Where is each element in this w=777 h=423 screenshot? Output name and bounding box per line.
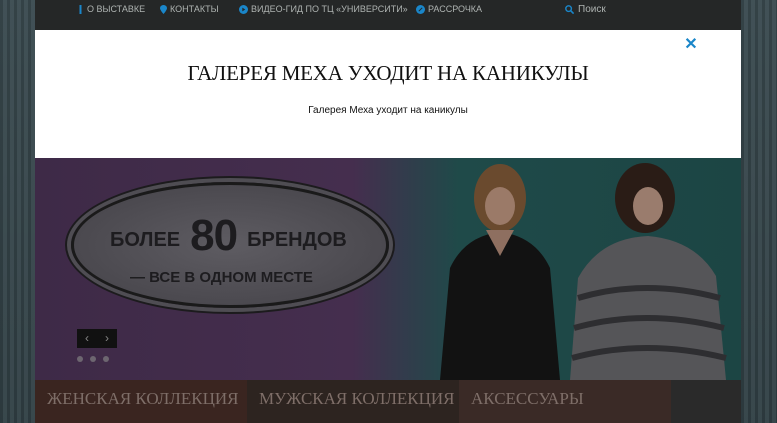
top-navigation: О выставке Контакты Видео-гид по ТЦ «Уни… xyxy=(35,0,741,30)
brands-badge: БОЛЕЕ 80 БРЕНДОВ — ВСЕ В ОДНОМ МЕСТЕ xyxy=(71,182,389,308)
close-icon[interactable]: ✕ xyxy=(684,37,698,53)
percent-circle-icon xyxy=(416,4,425,14)
nav-item-video-guide[interactable]: Видео-гид по ТЦ «Университи» xyxy=(239,4,408,14)
model-black-coat-image xyxy=(440,164,560,380)
category-label: Мужская коллекция xyxy=(259,389,455,408)
pin-icon xyxy=(79,4,82,14)
nav-item-contacts[interactable]: Контакты xyxy=(160,4,219,14)
hero-banner: БОЛЕЕ 80 БРЕНДОВ — ВСЕ В ОДНОМ МЕСТЕ ‹ › xyxy=(35,158,741,380)
category-accessories[interactable]: Аксессуары xyxy=(459,380,671,423)
slider-prev-button[interactable]: ‹ xyxy=(77,329,97,348)
model-chinchilla-coat-image xyxy=(570,163,727,380)
badge-headline: БОЛЕЕ 80 БРЕНДОВ xyxy=(110,211,347,265)
nav-item-label: Видео-гид по ТЦ «Университи» xyxy=(251,4,408,14)
badge-suffix: БРЕНДОВ xyxy=(247,228,347,251)
modal-text: Галерея Меха уходит на каникулы xyxy=(308,105,468,116)
search-icon xyxy=(565,5,574,14)
category-men[interactable]: Мужская коллекция xyxy=(247,380,459,423)
category-women[interactable]: Женская коллекция xyxy=(35,380,247,423)
slider-arrows: ‹ › xyxy=(77,329,117,348)
category-label: Женская коллекция xyxy=(47,389,239,408)
badge-prefix: БОЛЕЕ xyxy=(110,228,181,251)
slider-dot[interactable] xyxy=(90,356,96,362)
nav-item-label: Рассрочка xyxy=(428,4,483,14)
background-trees-left xyxy=(0,0,36,423)
search-label: Поиск xyxy=(578,4,606,15)
nav-item-installment[interactable]: Рассрочка xyxy=(416,4,482,14)
badge-number: 80 xyxy=(190,211,238,260)
map-pin-icon xyxy=(160,4,167,14)
category-tiles: Женская коллекция Мужская коллекция Аксе… xyxy=(35,380,671,423)
announcement-modal: ✕ ГАЛЕРЕЯ МЕХА УХОДИТ НА КАНИКУЛЫ Галере… xyxy=(35,30,741,158)
search-button[interactable]: Поиск xyxy=(565,4,606,15)
nav-item-about[interactable]: О выставке xyxy=(77,4,145,14)
nav-item-label: Контакты xyxy=(170,4,219,14)
banner-models-image xyxy=(420,158,730,380)
slider-dots xyxy=(77,356,109,362)
background-trees-right xyxy=(741,0,777,423)
slider-next-button[interactable]: › xyxy=(97,329,117,348)
slider-dot[interactable] xyxy=(103,356,109,362)
modal-title: ГАЛЕРЕЯ МЕХА УХОДИТ НА КАНИКУЛЫ xyxy=(187,61,589,85)
nav-item-label: О выставке xyxy=(87,4,146,14)
category-label: Аксессуары xyxy=(471,389,584,408)
badge-subline: — ВСЕ В ОДНОМ МЕСТЕ xyxy=(130,269,313,286)
play-circle-icon xyxy=(239,4,248,14)
slider-dot[interactable] xyxy=(77,356,83,362)
